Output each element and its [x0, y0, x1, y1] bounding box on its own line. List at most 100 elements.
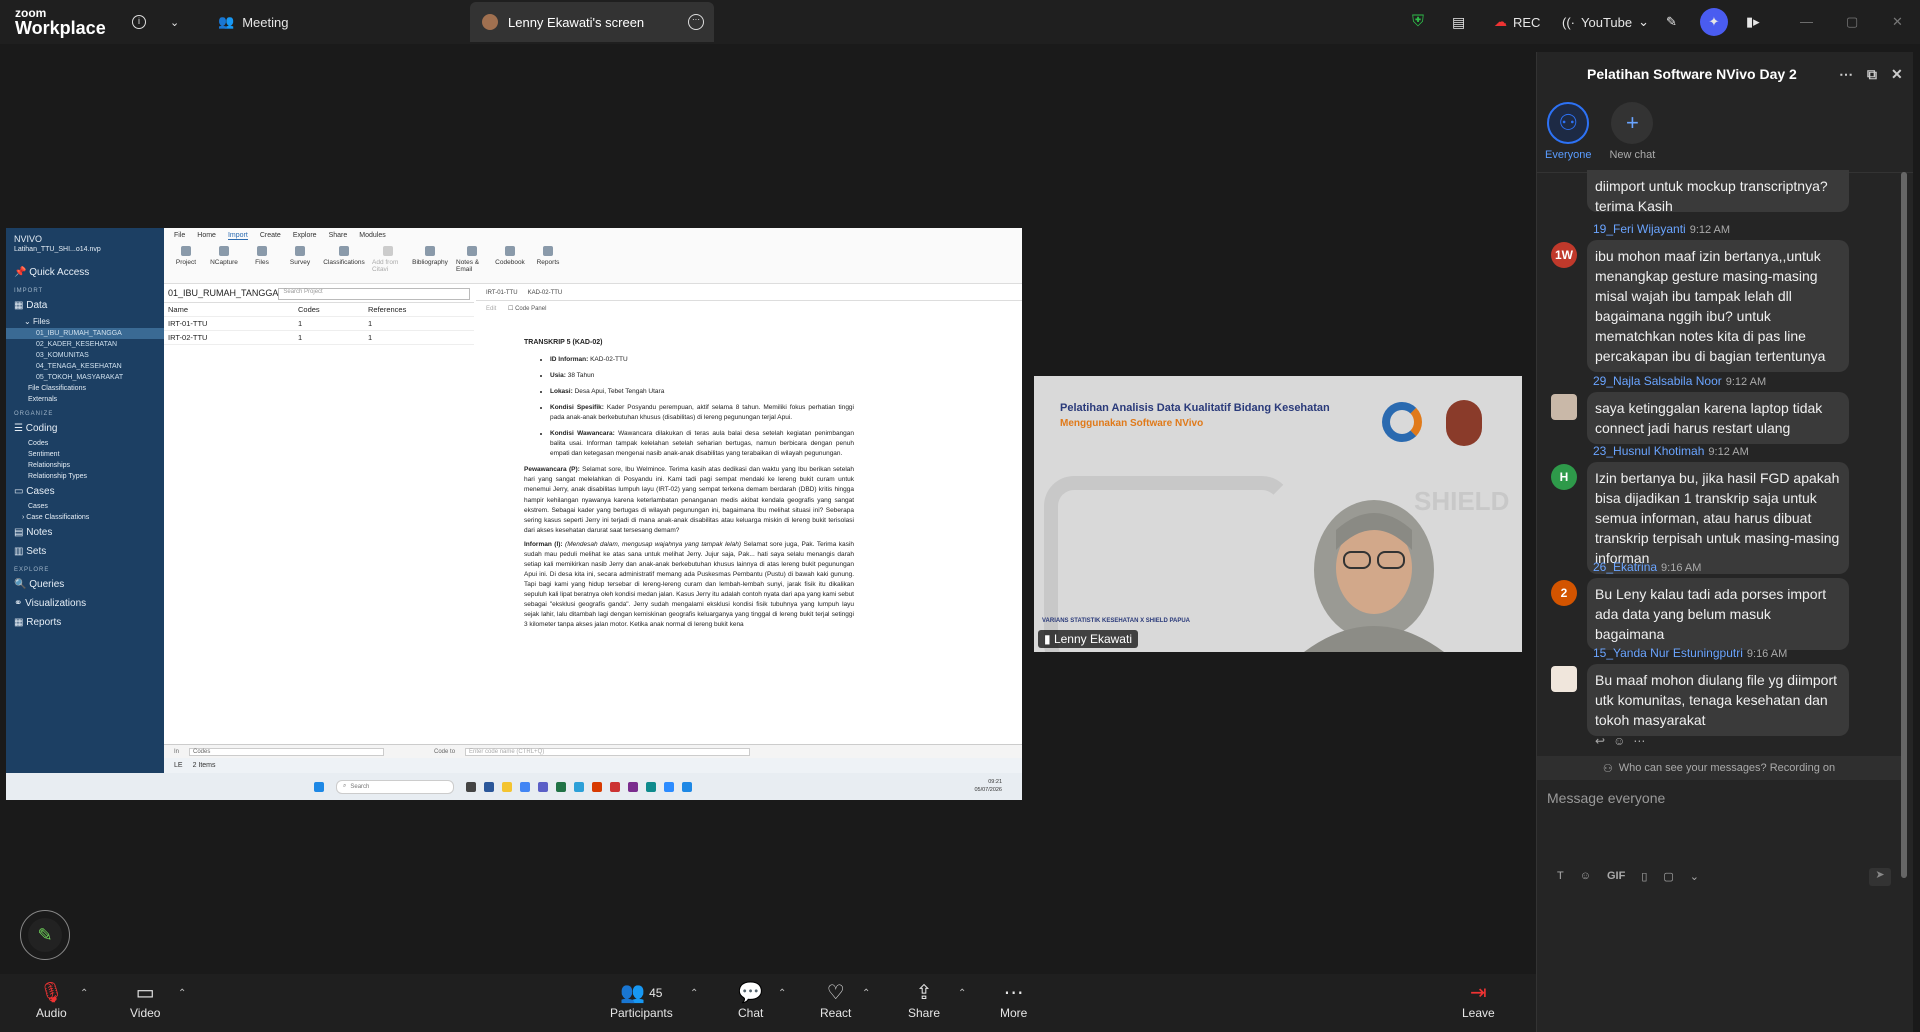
transcript-text[interactable]: TRANSKRIP 5 (KAD-02) ID Informan: KAD-02…	[524, 338, 854, 634]
doc-tab[interactable]: IRT-01-TTU	[486, 290, 518, 296]
video-button[interactable]: ▭ Video	[130, 980, 160, 1020]
browser-icon[interactable]	[646, 781, 656, 792]
network-icon[interactable]	[682, 781, 692, 792]
notes-icon[interactable]: ▤	[1452, 0, 1465, 44]
emoji-icon[interactable]: ☺	[1580, 870, 1591, 883]
sidebar-item-queries[interactable]: 🔍 Queries	[6, 575, 164, 594]
table-row[interactable]: IRT-02-TTU 1 1	[164, 331, 474, 345]
reply-icon[interactable]: ↩	[1595, 734, 1613, 748]
ribbon-reports-button[interactable]: Reports	[532, 246, 564, 273]
apps-icon[interactable]: ▮▸	[1746, 0, 1760, 44]
task-view-icon[interactable]	[466, 781, 476, 792]
zoom-icon[interactable]	[664, 781, 674, 792]
more-button[interactable]: ⋯ More	[1000, 980, 1027, 1020]
close-icon[interactable]: ✕	[1891, 66, 1903, 83]
participants-options-caret[interactable]: ⌃	[690, 988, 698, 999]
emoji-react-icon[interactable]: ☺	[1613, 734, 1633, 748]
sidebar-item-file-classifications[interactable]: File Classifications	[6, 383, 164, 394]
share-options-caret[interactable]: ⌃	[958, 988, 966, 999]
sidebar-item-sets[interactable]: ▥ Sets	[6, 542, 164, 561]
sidebar-item-files[interactable]: ⌄ Files	[6, 315, 164, 328]
close-icon[interactable]: ✕	[1892, 14, 1906, 29]
code-panel-checkbox[interactable]: ☐ Code Panel	[508, 306, 546, 312]
menu-item-file[interactable]: File	[174, 232, 185, 240]
ai-companion-button[interactable]: ✦	[1700, 0, 1728, 44]
pop-out-icon[interactable]: ⧉	[1867, 66, 1877, 83]
chevron-down-icon[interactable]: ⌄	[170, 0, 179, 44]
ribbon-citavi-button[interactable]: Add from Citavi	[372, 246, 404, 273]
more-options-icon[interactable]: ⋯	[1839, 66, 1853, 83]
sidebar-item-cases[interactable]: ▭ Cases	[6, 482, 164, 501]
edit-button[interactable]: Edit	[486, 306, 496, 312]
screenshot-icon[interactable]: ▢	[1663, 870, 1673, 883]
ribbon-project-button[interactable]: Project	[170, 246, 202, 273]
excel-icon[interactable]	[556, 781, 566, 792]
visibility-note[interactable]: ⚇ Who can see your messages? Recording o…	[1537, 756, 1901, 780]
text-format-icon[interactable]: T	[1557, 870, 1564, 883]
participants-button[interactable]: 👥 45 Participants	[610, 980, 673, 1020]
leave-button[interactable]: ⇥ Leave	[1462, 980, 1495, 1020]
code-name-input[interactable]: Enter code name (CTRL+Q)	[465, 747, 751, 756]
message-input-area[interactable]: Message everyone T ☺ GIF ▯ ▢ ⌄ ➤	[1537, 780, 1913, 1032]
sidebar-item-codes[interactable]: Codes	[6, 438, 164, 449]
ribbon-files-button[interactable]: Files	[246, 246, 278, 273]
sidebar-item-visualizations[interactable]: ⚭ Visualizations	[6, 594, 164, 613]
folder-item[interactable]: 04_TENAGA_KESEHATAN	[6, 361, 164, 372]
ribbon-bibliography-button[interactable]: Bibliography	[410, 246, 450, 273]
participant-video[interactable]: SHIELD Pelatihan Analisis Data Kualitati…	[1034, 376, 1522, 652]
audio-options-caret[interactable]: ⌃	[80, 988, 88, 999]
sidebar-item-data[interactable]: ▦ Data	[6, 296, 164, 315]
word-icon[interactable]	[484, 781, 494, 792]
folder-item[interactable]: 02_KADER_KESEHATAN	[6, 339, 164, 350]
ribbon-survey-button[interactable]: Survey	[284, 246, 316, 273]
doc-tab[interactable]: KAD-02-TTU	[528, 290, 563, 296]
annotate-icon[interactable]: ✎	[1666, 0, 1677, 44]
chat-options-caret[interactable]: ⌃	[778, 988, 786, 999]
codes-dropdown[interactable]: Codes	[189, 747, 385, 756]
menu-item-share[interactable]: Share	[329, 232, 348, 240]
maximize-icon[interactable]: ▢	[1846, 14, 1860, 29]
menu-item-home[interactable]: Home	[197, 232, 216, 240]
sidebar-item-cases-sub[interactable]: Cases	[6, 501, 164, 512]
menu-item-explore[interactable]: Explore	[293, 232, 317, 240]
acrobat-icon[interactable]	[610, 781, 620, 792]
folder-item[interactable]: 03_KOMUNITAS	[6, 350, 164, 361]
audio-button[interactable]: 🎙 Audio	[36, 980, 67, 1020]
table-row[interactable]: IRT-01-TTU 1 1	[164, 317, 474, 331]
shared-screen[interactable]: NVIVO Latihan_TTU_SHI...o14.nvp 📌 Quick …	[6, 228, 1022, 800]
menu-item-import[interactable]: Import	[227, 232, 248, 240]
react-button[interactable]: ♡ React	[820, 980, 851, 1020]
sidebar-item-externals[interactable]: Externals	[6, 394, 164, 405]
menu-item-modules[interactable]: Modules	[359, 232, 385, 240]
react-options-caret[interactable]: ⌃	[862, 988, 870, 999]
record-button[interactable]: ☁ REC	[1494, 0, 1540, 44]
shield-icon[interactable]: ⛨	[1412, 0, 1424, 44]
tab-everyone[interactable]: ⚇ Everyone	[1545, 102, 1591, 172]
sidebar-item-coding[interactable]: ☰ Coding	[6, 419, 164, 438]
menu-item-create[interactable]: Create	[260, 232, 281, 240]
folder-item[interactable]: 05_TOKOH_MASYARAKAT	[6, 372, 164, 383]
share-button[interactable]: ⇪ Share	[908, 980, 940, 1020]
more-icon[interactable]: ⋯	[1633, 734, 1653, 748]
message-input[interactable]: Message everyone	[1547, 790, 1665, 806]
sidebar-item-case-classifications[interactable]: › Case Classifications	[6, 512, 164, 523]
gif-icon[interactable]: GIF	[1607, 870, 1625, 883]
sidebar-item-relationship-types[interactable]: Relationship Types	[6, 471, 164, 482]
search-input[interactable]: Search Project	[278, 288, 470, 300]
sidebar-item-sentiment[interactable]: Sentiment	[6, 449, 164, 460]
quick-access-item[interactable]: 📌 Quick Access	[6, 263, 164, 282]
powerpoint-icon[interactable]	[592, 781, 602, 792]
info-icon[interactable]: i	[132, 0, 146, 44]
chrome-icon[interactable]	[520, 781, 530, 792]
meeting-button[interactable]: 👥 Meeting	[218, 0, 288, 44]
chat-button[interactable]: 💬 Chat	[738, 980, 763, 1020]
ribbon-notes-email-button[interactable]: Notes & Email	[456, 246, 488, 273]
ribbon-ncapture-button[interactable]: NCapture	[208, 246, 240, 273]
chat-scrollbar[interactable]	[1901, 172, 1907, 878]
sidebar-item-notes[interactable]: ▤ Notes	[6, 523, 164, 542]
video-options-caret[interactable]: ⌃	[178, 988, 186, 999]
screen-share-tab[interactable]: Lenny Ekawati's screen ···	[470, 2, 714, 42]
windows-start-icon[interactable]	[314, 781, 324, 792]
folder-icon[interactable]	[502, 781, 512, 792]
chevron-down-icon[interactable]: ⌄	[1690, 870, 1699, 883]
